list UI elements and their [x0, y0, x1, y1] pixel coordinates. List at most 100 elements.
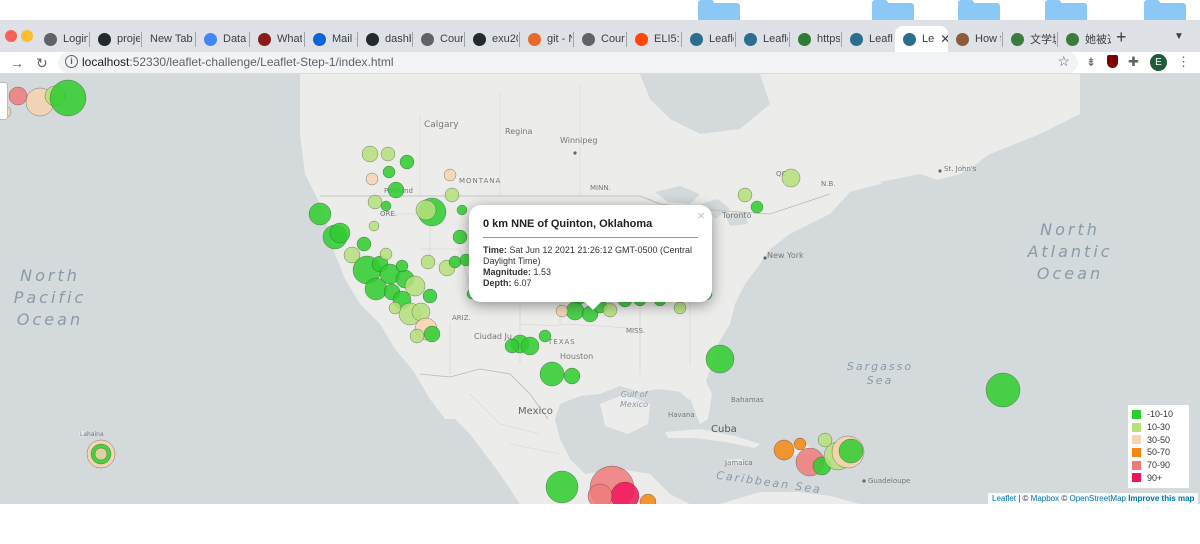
earthquake-marker[interactable]: [388, 301, 402, 315]
zoom-control[interactable]: [0, 82, 8, 120]
browser-tab[interactable]: Leafle: [736, 26, 788, 52]
menu-icon[interactable]: ⋮: [1177, 54, 1190, 70]
browser-tab[interactable]: projec: [90, 26, 140, 52]
browser-tab[interactable]: https:: [790, 26, 840, 52]
address-bar[interactable]: i localhost:52330/leaflet-challenge/Leaf…: [58, 52, 1078, 73]
earthquake-marker[interactable]: [539, 361, 565, 387]
earthquake-marker[interactable]: [368, 220, 380, 232]
popup-time-value: Sat Jun 12 2021 21:26:12 GMT-0500 (Centr…: [483, 245, 692, 266]
folder-icon[interactable]: [958, 0, 1000, 20]
earthquake-marker[interactable]: [444, 187, 460, 203]
browser-tab[interactable]: 她被选: [1058, 26, 1111, 52]
bookmark-star-icon[interactable]: ☆: [1057, 53, 1070, 70]
browser-tab[interactable]: Cours: [413, 26, 463, 52]
improve-map-link[interactable]: Improve this map: [1128, 494, 1194, 503]
earthquake-marker[interactable]: [380, 146, 396, 162]
browser-tab[interactable]: Le ✕: [895, 26, 948, 52]
earthquake-marker[interactable]: [415, 199, 437, 221]
earthquake-marker[interactable]: [456, 204, 468, 216]
browser-tab[interactable]: exu20: [465, 26, 518, 52]
earthquake-marker[interactable]: [422, 288, 438, 304]
browser-tab[interactable]: ELI5: I: [627, 26, 680, 52]
earthquake-marker[interactable]: [565, 301, 585, 321]
earthquake-marker[interactable]: [395, 259, 409, 273]
earthquake-marker[interactable]: [773, 439, 795, 461]
earthquake-marker[interactable]: [399, 154, 415, 170]
earthquake-marker[interactable]: [49, 79, 87, 117]
tab-label: What: [277, 33, 302, 45]
earthquake-marker[interactable]: [367, 194, 383, 210]
earthquake-marker[interactable]: [838, 438, 864, 464]
earthquake-marker[interactable]: [382, 165, 396, 179]
earthquake-marker[interactable]: [387, 181, 405, 199]
folder-icon[interactable]: [1144, 0, 1186, 20]
forward-icon[interactable]: →: [10, 53, 24, 73]
tab-search-icon[interactable]: ▼: [1174, 31, 1184, 42]
folder-icon[interactable]: [1045, 0, 1087, 20]
mapbox-link[interactable]: Mapbox: [1031, 494, 1059, 503]
browser-tab[interactable]: Leafle: [842, 26, 893, 52]
earthquake-marker[interactable]: [94, 447, 108, 461]
earthquake-marker[interactable]: [504, 338, 520, 354]
earthquake-marker[interactable]: [308, 202, 332, 226]
browser-tab[interactable]: Data c: [196, 26, 248, 52]
osm-link[interactable]: OpenStreetMap: [1069, 494, 1125, 503]
earthquake-marker[interactable]: [448, 255, 462, 269]
leaflet-link[interactable]: Leaflet: [992, 494, 1016, 503]
earthquake-marker[interactable]: [781, 168, 801, 188]
earthquake-marker[interactable]: [555, 304, 569, 318]
earthquake-marker[interactable]: [452, 229, 468, 245]
profile-avatar[interactable]: E: [1150, 54, 1167, 71]
dropbox-extension-icon[interactable]: ⇟: [1084, 55, 1098, 69]
earthquake-marker[interactable]: [817, 432, 833, 448]
reload-icon[interactable]: ↻: [36, 53, 48, 73]
earthquake-marker[interactable]: [705, 344, 735, 374]
earthquake-marker[interactable]: [602, 302, 618, 318]
browser-tab[interactable]: Cours: [574, 26, 625, 52]
extensions-icon[interactable]: ✚: [1128, 55, 1142, 69]
earthquake-marker[interactable]: [443, 168, 457, 182]
earthquake-marker[interactable]: [420, 254, 436, 270]
earthquake-marker[interactable]: [356, 236, 372, 252]
earthquake-marker[interactable]: [673, 301, 687, 315]
earthquake-marker[interactable]: [379, 247, 393, 261]
browser-tab[interactable]: 文学城: [1003, 26, 1056, 52]
earthquake-marker[interactable]: [409, 328, 425, 344]
earthquake-marker[interactable]: [329, 222, 351, 244]
earthquake-marker[interactable]: [563, 367, 581, 385]
browser-tab[interactable]: Mail -: [305, 26, 356, 52]
earthquake-marker[interactable]: [985, 372, 1021, 408]
browser-tab[interactable]: git - N: [520, 26, 572, 52]
earthquake-marker[interactable]: [538, 329, 552, 343]
browser-tab[interactable]: New Tab: [142, 26, 194, 52]
ublock-extension-icon[interactable]: [1107, 55, 1118, 68]
earthquake-marker[interactable]: [639, 493, 657, 504]
popup-close-button[interactable]: ×: [697, 208, 705, 223]
window-minimize-button[interactable]: [21, 30, 33, 42]
tab-bar: Login projec New Tab Data c What Mail - dashb C…: [0, 20, 1200, 52]
earthquake-marker[interactable]: [737, 187, 753, 203]
earthquake-marker[interactable]: [364, 277, 388, 301]
earthquake-marker[interactable]: [545, 470, 579, 504]
window-close-button[interactable]: [5, 30, 17, 42]
earthquake-marker[interactable]: [8, 86, 28, 106]
earthquake-marker[interactable]: [380, 200, 392, 212]
map-container[interactable]: Calgary Regina Winnipeg MONTANA Portland…: [0, 74, 1200, 504]
earthquake-marker[interactable]: [793, 437, 807, 451]
earthquake-marker[interactable]: [520, 336, 540, 356]
folder-icon[interactable]: [698, 0, 740, 20]
earthquake-marker[interactable]: [423, 325, 441, 343]
browser-tab[interactable]: How t: [948, 26, 1001, 52]
folder-icon[interactable]: [872, 0, 914, 20]
url-text[interactable]: localhost:52330/leaflet-challenge/Leafle…: [82, 55, 394, 69]
earthquake-marker[interactable]: [365, 172, 379, 186]
browser-tab[interactable]: dashb: [358, 26, 411, 52]
browser-tab[interactable]: What: [250, 26, 302, 52]
earthquake-marker[interactable]: [750, 200, 764, 214]
new-tab-button[interactable]: +: [1116, 28, 1127, 46]
browser-tab[interactable]: Leafle: [682, 26, 734, 52]
earthquake-marker[interactable]: [361, 145, 379, 163]
browser-tab[interactable]: Login: [36, 26, 88, 52]
site-info-icon[interactable]: i: [65, 55, 78, 68]
tab-close-icon[interactable]: ✕: [940, 32, 948, 46]
